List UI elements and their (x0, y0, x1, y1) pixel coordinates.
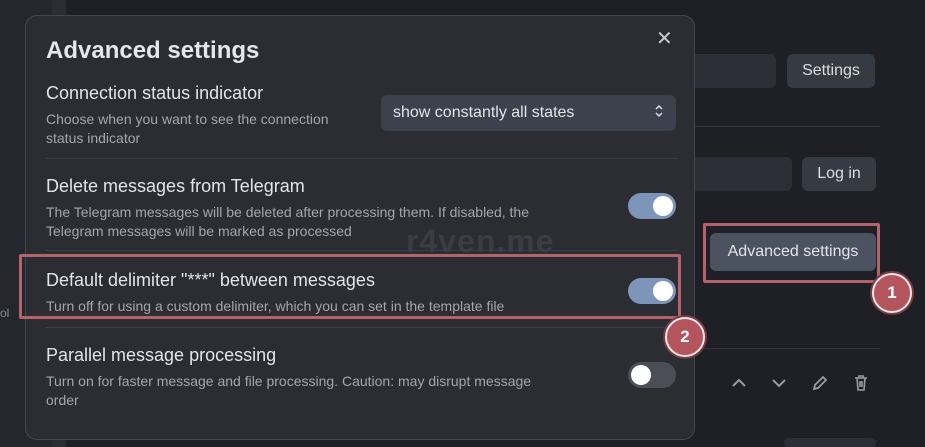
close-icon[interactable]: ✕ (656, 26, 673, 51)
callout-badge-1: 1 (872, 273, 912, 313)
delete-messages-toggle[interactable] (628, 193, 676, 219)
bg-button-partial[interactable] (784, 438, 876, 447)
divider (690, 348, 880, 349)
sidebar-text: ol (0, 306, 10, 320)
toggle-knob (631, 365, 651, 385)
pencil-icon[interactable] (810, 373, 830, 399)
description-line: status indicator (46, 130, 141, 146)
bg-input[interactable] (690, 54, 776, 88)
description-line: Turn on for faster message and file proc… (46, 373, 532, 389)
separator (46, 158, 678, 159)
toggle-knob (653, 196, 673, 216)
connection-status-select[interactable]: show constantly all states (381, 95, 676, 131)
select-chevron-icon (654, 104, 664, 123)
description-line: order (46, 392, 79, 408)
divider (690, 126, 880, 127)
modal-title: Advanced settings (46, 37, 260, 64)
highlight-box-1 (703, 223, 880, 283)
highlight-box-2 (19, 254, 681, 319)
advanced-settings-modal: Advanced settings ✕ Connection status in… (25, 15, 695, 440)
chevron-down-icon[interactable] (769, 373, 789, 399)
setting-title: Parallel message processing (46, 345, 277, 365)
setting-parallel-processing: Parallel message processing Turn on for … (46, 345, 678, 410)
select-value: show constantly all states (393, 104, 575, 121)
setting-delete-messages: Delete messages from Telegram The Telegr… (46, 176, 678, 241)
setting-description: The Telegram messages will be deleted af… (46, 203, 678, 241)
login-button[interactable]: Log in (802, 157, 876, 191)
setting-description: Turn on for faster message and file proc… (46, 372, 678, 410)
description-line: Telegram messages will be marked as proc… (46, 223, 352, 239)
parallel-processing-toggle[interactable] (628, 362, 676, 388)
trash-icon[interactable] (851, 373, 871, 399)
chevron-up-icon[interactable] (729, 373, 749, 399)
separator (46, 327, 678, 328)
settings-button[interactable]: Settings (787, 54, 875, 88)
separator (46, 250, 678, 251)
bg-input[interactable] (690, 157, 792, 191)
description-line: The Telegram messages will be deleted af… (46, 204, 529, 220)
callout-badge-2: 2 (665, 317, 705, 357)
setting-title: Delete messages from Telegram (46, 176, 305, 196)
